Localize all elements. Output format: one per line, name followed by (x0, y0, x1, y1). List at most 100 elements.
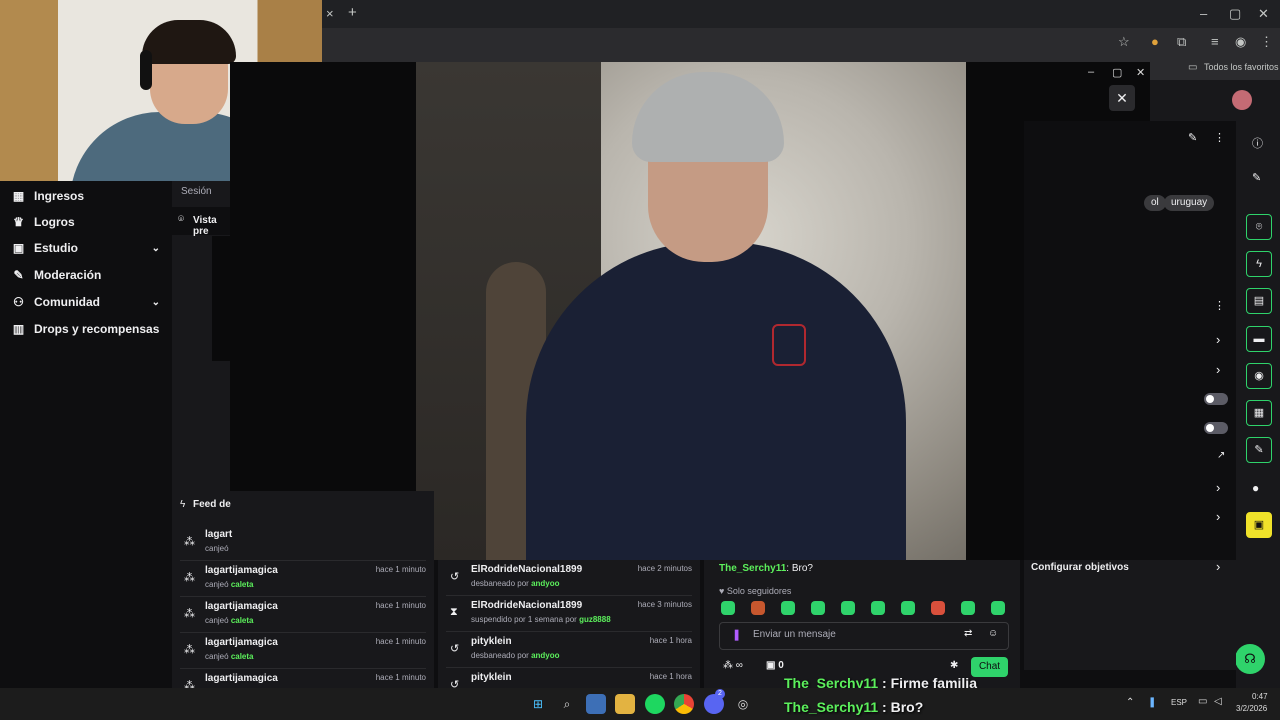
toggle-switch[interactable] (1204, 393, 1228, 405)
configure-goals-label[interactable]: Configurar objetivos (1031, 562, 1129, 573)
chevron-right-icon[interactable]: › (1216, 559, 1220, 574)
menu-kebab-icon[interactable]: ⋮ (1260, 35, 1273, 49)
volume-icon[interactable]: ◁ (1214, 696, 1222, 707)
chevron-right-icon[interactable]: › (1216, 509, 1220, 524)
microphone-icon[interactable]: ❚ (1148, 697, 1156, 708)
menu-kebab-icon[interactable]: ⋮ (1214, 131, 1225, 144)
profile-icon[interactable]: ◉ (1235, 35, 1246, 49)
menu-kebab-icon[interactable]: ⋮ (1214, 299, 1225, 312)
clapper-icon[interactable]: ▣ (1246, 512, 1272, 538)
bookmark-folder-all[interactable]: Todos los favoritos (1204, 62, 1279, 72)
emote-icon[interactable] (931, 601, 945, 615)
file-explorer-icon[interactable] (615, 694, 635, 714)
lightning-icon[interactable]: ϟ (1246, 251, 1272, 277)
chrome-icon[interactable] (674, 694, 694, 714)
emote-icon[interactable] (781, 601, 795, 615)
notes-icon[interactable]: ▤ (1246, 288, 1272, 314)
discord-icon[interactable]: 2 (704, 689, 725, 714)
list-item[interactable]: ⧗ ElRodrideNacional1899 suspendido por 1… (438, 596, 700, 632)
maximize-window-icon[interactable]: ▢ (1229, 7, 1241, 21)
emote-icon[interactable] (871, 601, 885, 615)
list-item[interactable]: ↺ ElRodrideNacional1899 desbaneado por a… (438, 560, 700, 596)
emote-icon[interactable] (751, 601, 765, 615)
store-icon[interactable] (586, 694, 606, 714)
list-item[interactable]: ↺ pityklein desbaneado por andyoo hace 1… (438, 632, 700, 668)
emote-icon[interactable] (811, 601, 825, 615)
sidebar-item-logros[interactable]: ♛ Logros (12, 211, 75, 233)
layout-icon[interactable]: ▦ (1246, 400, 1272, 426)
stream-tag[interactable]: ol (1144, 195, 1166, 211)
chevron-right-icon[interactable]: › (1216, 332, 1220, 347)
spotify-icon[interactable] (645, 694, 665, 714)
translate-icon[interactable]: ⇄ (964, 628, 972, 639)
extensions-puzzle-icon[interactable]: ⧉ (1177, 35, 1186, 49)
close-window-icon[interactable]: ✕ (1136, 66, 1145, 79)
chevron-up-icon[interactable]: ⌃ (1126, 697, 1134, 708)
mod-log-username[interactable]: pityklein (471, 636, 512, 647)
close-tab-icon[interactable]: × (326, 7, 334, 21)
minimize-window-icon[interactable]: – (1088, 66, 1094, 78)
clip-icon[interactable]: ⌾ (1246, 214, 1272, 240)
mod-log-username[interactable]: ElRodrideNacional1899 (471, 564, 582, 575)
feed-username[interactable]: lagartijamagica (205, 565, 278, 576)
close-window-icon[interactable]: ✕ (1258, 7, 1269, 21)
sidebar-item-ingresos[interactable]: ▦ Ingresos (12, 185, 84, 207)
settings-gear-icon[interactable]: ✱ (950, 660, 958, 671)
wrench-icon[interactable]: ✎ (1246, 437, 1272, 463)
support-headset-icon[interactable]: ☊ (1235, 644, 1265, 674)
emote-icon[interactable] (841, 601, 855, 615)
feed-username[interactable]: lagartijamagica (205, 637, 278, 648)
edit-icon[interactable]: ✎ (1252, 171, 1261, 184)
sidebar-item-drops[interactable]: ▥ Drops y recompensas (12, 318, 160, 340)
store-points[interactable]: ▣ 0 (766, 660, 784, 671)
windows-start-icon[interactable]: ⊞ (528, 694, 548, 714)
sidebar-item-comunidad[interactable]: ⚇ Comunidad ⌄ (12, 291, 160, 313)
sidebar-item-moderacion[interactable]: ✎ Moderación (12, 264, 101, 286)
chat-message: The_Serchy11: Bro? (719, 563, 813, 574)
broadcast-icon[interactable]: ◉ (1246, 363, 1272, 389)
network-icon[interactable]: ▭ (1198, 696, 1207, 707)
chart-icon[interactable]: ↗ (1217, 450, 1225, 461)
edit-icon[interactable]: ✎ (1188, 131, 1197, 144)
points-icon[interactable]: ● (1252, 481, 1259, 495)
search-icon[interactable]: ⌕ (557, 694, 577, 714)
extension-color-icon[interactable]: ● (1151, 35, 1159, 49)
emote-icon[interactable] (961, 601, 975, 615)
media-queue-icon[interactable]: ≡ (1211, 35, 1219, 49)
emoji-icon[interactable]: ☺ (988, 628, 998, 639)
chevron-right-icon[interactable]: › (1216, 480, 1220, 495)
emote-icon[interactable] (901, 601, 915, 615)
microphone-icon[interactable]: ❚ (732, 628, 741, 641)
clock-date[interactable]: 3/2/2026 (1236, 704, 1267, 713)
chat-input[interactable]: ❚ Enviar un mensaje ⇄ ☺ (719, 622, 1009, 650)
toggle-switch[interactable] (1204, 422, 1228, 434)
maximize-window-icon[interactable]: ▢ (1112, 66, 1122, 79)
feed-username[interactable]: lagartijamagica (205, 673, 278, 684)
emote-icon[interactable] (991, 601, 1005, 615)
send-chat-button[interactable]: Chat (971, 657, 1008, 677)
list-item[interactable]: ⁂ lagartijamagica canjeó caleta hace 1 m… (172, 561, 434, 597)
info-icon[interactable]: ⓘ (1252, 135, 1263, 151)
clock-time[interactable]: 0:47 (1252, 692, 1268, 701)
language-indicator[interactable]: ESP (1171, 698, 1187, 707)
list-item[interactable]: ⁂ lagart canjeó (172, 525, 434, 561)
chat-bubble-icon[interactable]: ▬ (1246, 326, 1272, 352)
feed-username[interactable]: lagartijamagica (205, 601, 278, 612)
close-viewer-button[interactable]: ✕ (1109, 85, 1135, 111)
chevron-right-icon[interactable]: › (1216, 362, 1220, 377)
stream-tag[interactable]: uruguay (1164, 195, 1215, 211)
new-tab-button[interactable]: + (348, 5, 357, 20)
avatar[interactable] (1232, 90, 1252, 110)
list-item[interactable]: ⁂ lagartijamagica canjeó caleta hace 1 m… (172, 597, 434, 633)
list-item[interactable]: ⁂ lagartijamagica canjeó caleta hace 1 m… (172, 633, 434, 669)
mod-log-username[interactable]: ElRodrideNacional1899 (471, 600, 582, 611)
channel-points[interactable]: ⁂ ∞ (723, 660, 743, 671)
obs-icon[interactable]: ◎ (733, 694, 753, 714)
minimize-window-icon[interactable]: – (1200, 7, 1207, 21)
feed-username[interactable]: lagart (205, 529, 232, 540)
bookmark-star-icon[interactable]: ☆ (1118, 35, 1130, 49)
sidebar-item-estudio[interactable]: ▣ Estudio ⌄ (12, 237, 160, 259)
emote-icon[interactable] (721, 601, 735, 615)
mod-log-username[interactable]: pityklein (471, 672, 512, 683)
sidebar-item-label: Ingresos (34, 189, 85, 203)
